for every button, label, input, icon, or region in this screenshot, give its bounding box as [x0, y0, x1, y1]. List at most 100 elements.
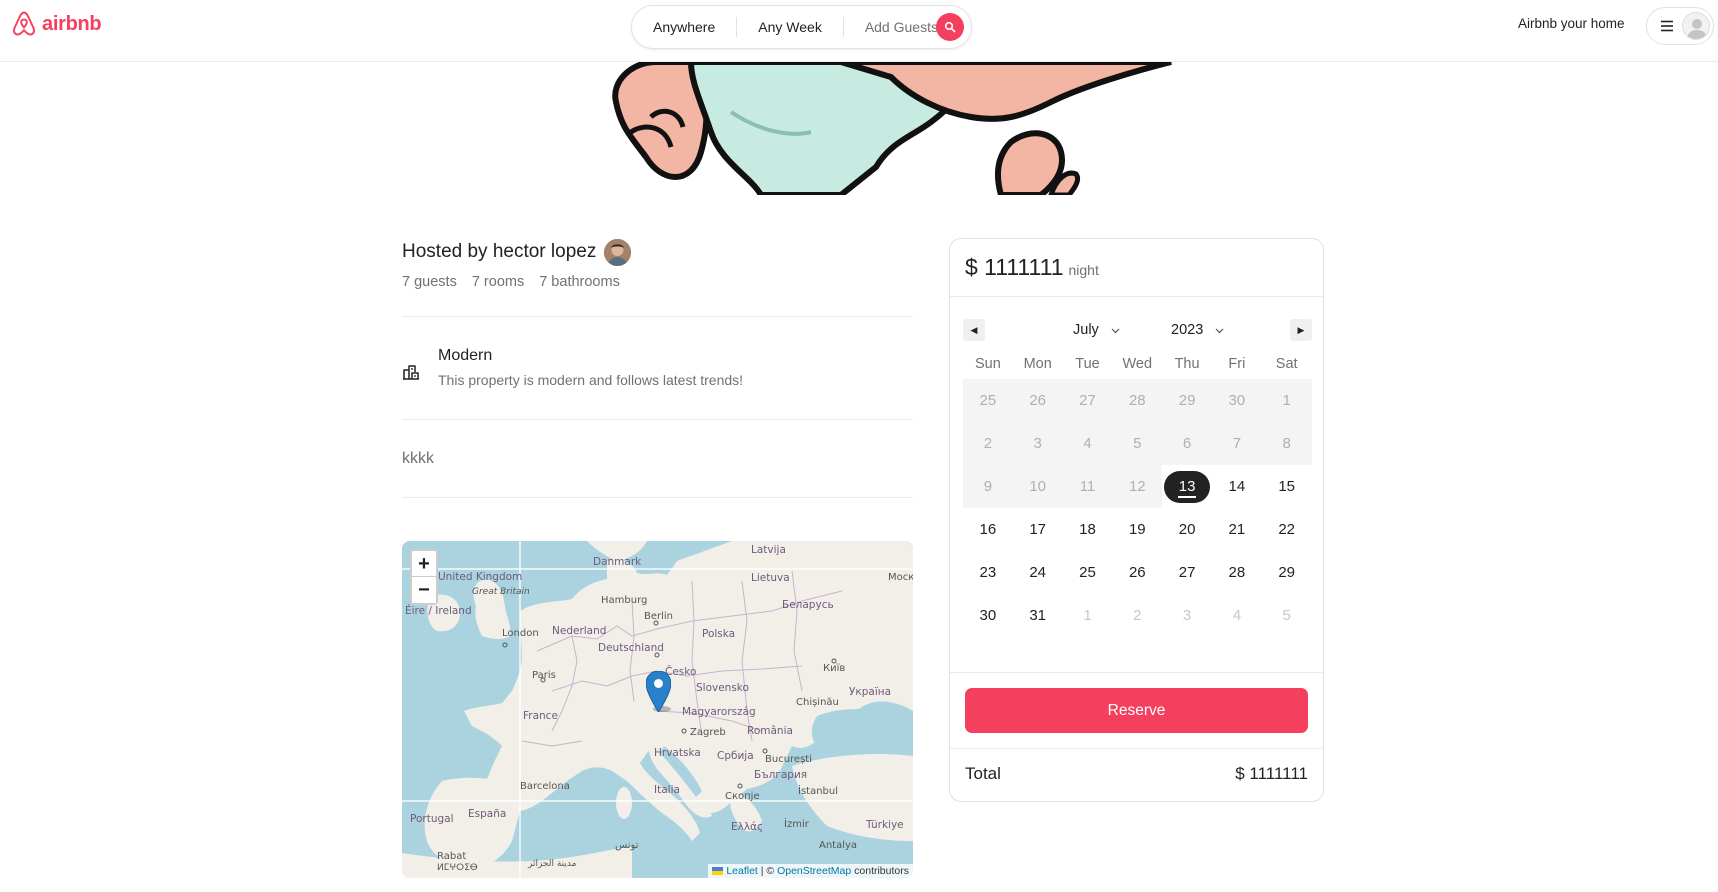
- calendar-day[interactable]: 22: [1262, 508, 1312, 551]
- airbnb-your-home-link[interactable]: Airbnb your home: [1518, 16, 1625, 31]
- map-label: London: [502, 628, 539, 639]
- search-icon: [944, 21, 956, 33]
- calendar-day[interactable]: 24: [1013, 551, 1063, 594]
- calendar-day[interactable]: 19: [1112, 508, 1162, 551]
- calendar-day-selected[interactable]: 13: [1162, 465, 1212, 508]
- reserve-button[interactable]: Reserve: [965, 688, 1308, 733]
- selected-day-number: 13: [1178, 478, 1196, 495]
- calendar-week: 16 17 18 19 20 21 22: [963, 508, 1312, 551]
- calendar-day-disabled: 27: [1062, 379, 1113, 422]
- per-night-label: night: [1068, 262, 1099, 278]
- calendar-day[interactable]: 31: [1013, 594, 1063, 637]
- calendar-day[interactable]: 14: [1212, 465, 1262, 508]
- logo-text: airbnb: [42, 12, 102, 35]
- user-menu-button[interactable]: [1646, 7, 1714, 45]
- calendar-day[interactable]: 25: [1063, 551, 1113, 594]
- month-select[interactable]: July: [1073, 319, 1120, 341]
- map-label: Скопје: [725, 791, 760, 802]
- calendar-day-disabled: 28: [1112, 379, 1163, 422]
- listing-description: kkkk: [402, 450, 434, 467]
- map-label: Italia: [654, 784, 680, 796]
- divider: [950, 748, 1323, 749]
- calendar-day-next-month[interactable]: 1: [1063, 594, 1113, 637]
- map-label: France: [523, 710, 558, 722]
- calendar-day[interactable]: 15: [1262, 465, 1312, 508]
- calendar-day-disabled: 25: [963, 379, 1013, 422]
- calendar-day-disabled: 11: [1062, 465, 1113, 508]
- calendar-day-next-month[interactable]: 4: [1212, 594, 1262, 637]
- attribution-suffix: contributors: [851, 865, 909, 877]
- host-title-text: Hosted by hector lopez: [402, 241, 597, 262]
- calendar-day[interactable]: 21: [1212, 508, 1262, 551]
- map-label: مدينة الجزائر: [528, 859, 577, 869]
- calendar-day[interactable]: 30: [963, 594, 1013, 637]
- weekday-label: Sun: [974, 356, 1001, 372]
- calendar-day[interactable]: 16: [963, 508, 1013, 551]
- attribution-separator: | ©: [757, 865, 778, 877]
- calendar-day-next-month[interactable]: 3: [1162, 594, 1212, 637]
- map-label: Hrvatska: [654, 747, 701, 759]
- map-label: България: [754, 769, 808, 781]
- weekday-label: Sat: [1275, 356, 1298, 372]
- chevron-down-icon: [1215, 328, 1224, 333]
- location-pin-icon[interactable]: [646, 671, 671, 712]
- map-label: Paris: [532, 670, 556, 681]
- zoom-control: + −: [410, 549, 438, 605]
- calendar-day[interactable]: 26: [1112, 551, 1162, 594]
- next-month-button[interactable]: ▶: [1290, 319, 1312, 341]
- year-select[interactable]: 2023: [1171, 319, 1224, 341]
- calendar-day[interactable]: 20: [1162, 508, 1212, 551]
- calendar-week: 9 10 11 12 13 14 15: [963, 465, 1312, 508]
- weekday-label: Tue: [1075, 356, 1100, 372]
- month-value: July: [1073, 322, 1099, 338]
- calendar-day[interactable]: 28: [1212, 551, 1262, 594]
- map-label: Slovensko: [696, 682, 749, 694]
- calendar-day[interactable]: 29: [1262, 551, 1312, 594]
- weekday-label: Thu: [1174, 356, 1200, 372]
- price: $ 1111111: [965, 254, 1064, 280]
- total-row: Total $ 1111111: [965, 764, 1308, 784]
- ukraine-flag-icon: [712, 867, 724, 875]
- location-map[interactable]: Danmark Latvija Моск United Kingdom Grea…: [402, 541, 913, 878]
- map-label: România: [747, 725, 793, 737]
- map-label: Portugal: [410, 813, 454, 825]
- map-label: Україна: [849, 686, 892, 698]
- map-label: Danmark: [593, 556, 642, 568]
- rooms-count: 7 rooms: [471, 274, 525, 290]
- calendar-day-disabled: 9: [963, 465, 1013, 508]
- guests-count: 7 guests: [402, 274, 457, 290]
- divider: [402, 419, 913, 420]
- weekday-header: Sun Mon Tue Wed Thu Fri Sat: [963, 349, 1312, 379]
- calendar-day[interactable]: 23: [963, 551, 1013, 594]
- calendar-day-next-month[interactable]: 2: [1112, 594, 1162, 637]
- airbnb-logo[interactable]: airbnb: [10, 10, 102, 38]
- category-text: Modern This property is modern and follo…: [438, 347, 743, 388]
- divider: [402, 316, 913, 317]
- calendar-day[interactable]: 18: [1063, 508, 1113, 551]
- calendar-day-disabled: 26: [1012, 379, 1063, 422]
- prev-month-button[interactable]: ◀: [963, 319, 985, 341]
- zoom-out-button[interactable]: −: [412, 577, 436, 603]
- search-bar[interactable]: Anywhere Any Week Add Guests: [631, 5, 972, 49]
- calendar-week: 25 26 27 28 29 30 1: [963, 379, 1312, 422]
- price-row: $ 1111111 night: [950, 239, 1323, 297]
- search-anywhere[interactable]: Anywhere: [632, 17, 736, 37]
- leaflet-link[interactable]: Leaflet: [726, 865, 758, 877]
- map-label: تونس: [615, 840, 639, 851]
- map-label: Antalya: [819, 840, 858, 851]
- calendar-day-next-month[interactable]: 5: [1262, 594, 1312, 637]
- calendar-day-disabled: 6: [1162, 422, 1212, 465]
- calendar-day-disabled: 7: [1211, 422, 1262, 465]
- map-label: Berlin: [644, 611, 674, 622]
- search-button[interactable]: [936, 13, 964, 41]
- osm-link[interactable]: OpenStreetMap: [777, 865, 851, 877]
- map-label: Magyarország: [682, 706, 756, 718]
- user-avatar: [1682, 12, 1710, 40]
- calendar-day[interactable]: 27: [1162, 551, 1212, 594]
- airbnb-logo-icon: [12, 11, 36, 36]
- calendar-day[interactable]: 17: [1013, 508, 1063, 551]
- zoom-in-button[interactable]: +: [412, 551, 436, 577]
- map-label: Србија: [717, 750, 754, 762]
- search-any-week[interactable]: Any Week: [736, 17, 843, 37]
- category-description: This property is modern and follows late…: [438, 372, 744, 388]
